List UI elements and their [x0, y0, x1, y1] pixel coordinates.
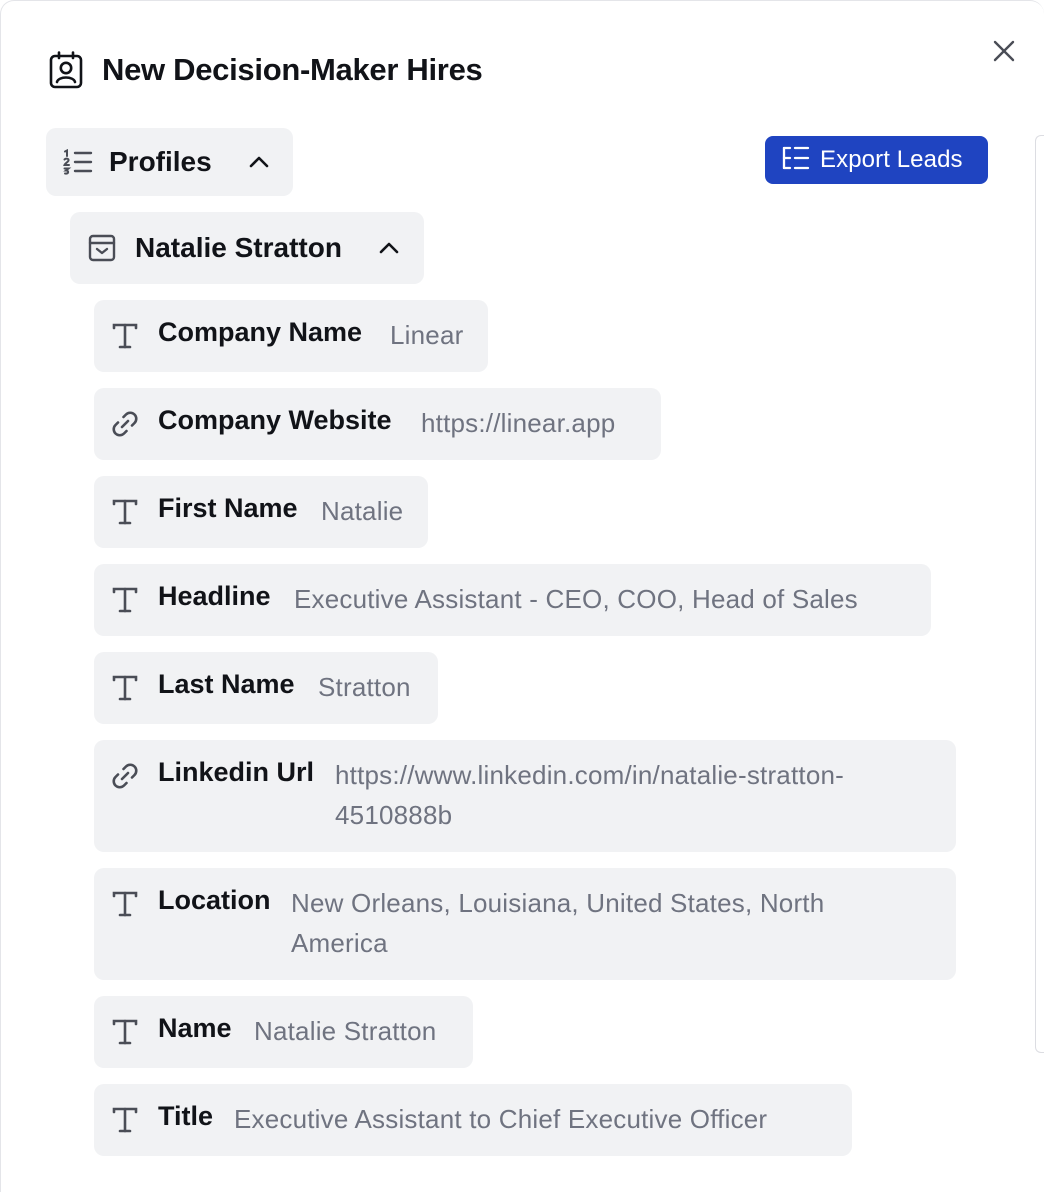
field-last-name: Last Name Stratton [94, 652, 438, 724]
link-icon [109, 410, 141, 438]
field-name: Linkedin Url [158, 757, 315, 787]
close-button[interactable] [987, 34, 1021, 68]
text-type-icon [109, 674, 141, 702]
field-value: Linear [390, 320, 464, 350]
field-name: Headline [158, 581, 271, 611]
text-type-icon [109, 322, 141, 350]
field-value: New Orleans, Louisiana, United States, N… [291, 888, 825, 958]
text-type-icon [109, 498, 141, 526]
field-value: Stratton [318, 672, 411, 702]
field-location: Location New Orleans, Louisiana, United … [94, 868, 956, 980]
field-headline: Headline Executive Assistant - CEO, COO,… [94, 564, 931, 636]
export-leads-button[interactable]: Export Leads [765, 136, 988, 184]
scrollbar[interactable] [1035, 135, 1044, 1053]
modal-header: New Decision-Maker Hires [48, 51, 483, 89]
text-type-icon [109, 1106, 141, 1134]
field-value: Natalie Stratton [254, 1016, 437, 1046]
chevron-up-icon[interactable] [248, 155, 270, 169]
text-type-icon [109, 890, 141, 918]
page-title: New Decision-Maker Hires [102, 52, 483, 87]
field-name: Location [158, 885, 271, 915]
field-value: https://www.linkedin.com/in/natalie-stra… [335, 760, 844, 830]
list-tree-icon [782, 146, 810, 175]
chevron-up-icon[interactable] [378, 241, 400, 255]
close-icon [993, 40, 1015, 62]
profile-toggle[interactable]: Natalie Stratton [70, 212, 424, 284]
profile-name-label: Natalie Stratton [135, 232, 342, 263]
text-type-icon [109, 1018, 141, 1046]
field-title: Title Executive Assistant to Chief Execu… [94, 1084, 852, 1156]
field-name-row: Name Natalie Stratton [94, 996, 473, 1068]
ordered-list-icon [63, 149, 93, 175]
archive-box-icon [88, 234, 116, 262]
field-first-name: First Name Natalie [94, 476, 428, 548]
link-icon [109, 762, 141, 790]
modal-panel: New Decision-Maker Hires Profiles Export… [0, 0, 1044, 1192]
export-leads-label: Export Leads [820, 146, 963, 173]
field-value: Natalie [321, 496, 404, 526]
text-type-icon [109, 586, 141, 614]
profiles-group-toggle[interactable]: Profiles [46, 128, 293, 196]
field-name: First Name [158, 493, 298, 523]
profiles-label: Profiles [109, 146, 212, 177]
field-value: https://linear.app [421, 408, 616, 438]
field-name: Title [158, 1101, 214, 1131]
field-name: Name [158, 1013, 232, 1043]
field-value: Executive Assistant to Chief Executive O… [234, 1104, 768, 1134]
field-company-website: Company Website https://linear.app [94, 388, 661, 460]
contact-badge-icon [48, 51, 84, 89]
field-linkedin-url: Linkedin Url https://www.linkedin.com/in… [94, 740, 956, 852]
field-name: Company Website [158, 405, 392, 435]
field-value: Executive Assistant - CEO, COO, Head of … [294, 584, 858, 614]
field-name: Company Name [158, 317, 363, 347]
field-name: Last Name [158, 669, 295, 699]
field-company-name: Company Name Linear [94, 300, 488, 372]
